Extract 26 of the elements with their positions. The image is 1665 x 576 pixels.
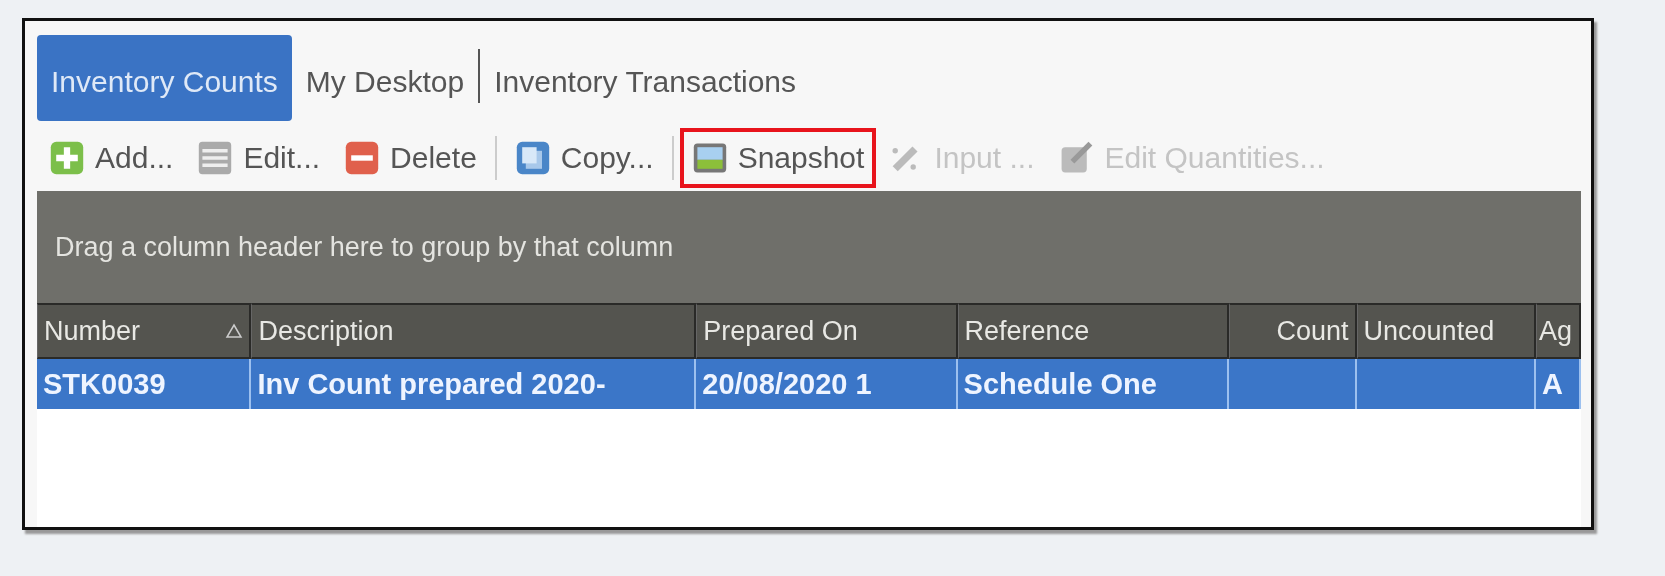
toolbar-button[interactable]: Delete	[332, 128, 489, 188]
toolbar-button[interactable]: Copy...	[502, 128, 666, 188]
column-header[interactable]: Count	[1228, 303, 1357, 359]
minus-icon	[344, 140, 381, 176]
copy-icon	[514, 140, 551, 176]
toolbar-button[interactable]: Snapshot	[679, 128, 877, 188]
table-cell: Schedule One	[957, 359, 1229, 409]
table-cell: STK0039	[37, 359, 252, 409]
column-header[interactable]: Prepared On	[696, 303, 958, 359]
toolbar-button[interactable]: Add...	[37, 128, 186, 188]
table-cell: Inv Count prepared 2020-	[251, 359, 697, 409]
tab[interactable]: My Desktop	[291, 49, 481, 103]
column-header[interactable]: Uncounted	[1356, 303, 1537, 359]
table-cell: 20/08/2020 1	[696, 359, 958, 409]
table-cell: A	[1536, 359, 1581, 409]
column-header[interactable]: Description	[251, 303, 697, 359]
tab[interactable]: Inventory Counts	[37, 35, 292, 121]
column-header[interactable]: Reference	[957, 303, 1229, 359]
plus-icon	[49, 140, 85, 176]
table-row[interactable]: STK0039 Inv Count prepared 2020- 20/08/2020 1 Schedule One A	[37, 359, 1581, 409]
tab[interactable]: Inventory Transactions	[480, 49, 810, 103]
toolbar-button[interactable]: Edit...	[185, 128, 333, 188]
group-hint: Drag a column header here to group by that column	[55, 231, 674, 263]
form-icon	[197, 140, 234, 176]
column-header[interactable]: Number	[37, 303, 252, 359]
column-header[interactable]: Ag	[1536, 303, 1581, 359]
